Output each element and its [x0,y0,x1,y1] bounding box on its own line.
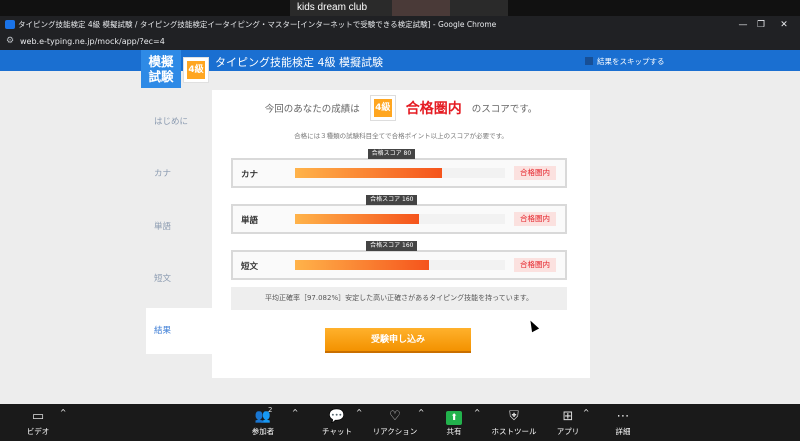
apps-options-chevron-icon[interactable]: ^ [583,408,589,417]
site-header [0,50,800,71]
logo-line2: 試験 [148,69,174,84]
url-text[interactable]: web.e-typing.ne.jp/mock/app/?ec=4 [20,37,165,46]
host-tools-button[interactable]: ⛨ ホストツール [490,408,538,437]
zoom-top-bar: kids dream club [0,0,800,16]
browser-tab-title: タイピング技能検定 4級 模擬試験 / タイピング技能検定イータイピング・マスタ… [18,20,497,29]
close-icon[interactable]: ✕ [776,18,792,32]
more-icon: ⋯ [616,409,630,424]
chat-icon: 💬 [328,409,346,424]
participants-label: 参加者 [251,427,275,436]
shield-icon: ⛨ [509,409,519,424]
score-bar-track [295,168,505,178]
apps-label: アプリ [556,427,580,436]
result-card: 今回のあなたの成績は 4級 合格圏内 のスコアです。 合格には３種類の試験科目全てで合… [212,90,590,378]
pass-requirement-note: 合格には３種類の試験科目全てで合格ポイント以上のスコアが必要です。 [294,132,508,140]
skip-results-toggle[interactable]: 結果をスキップする [585,56,665,67]
accuracy-comment: 平均正確率［97.082%］安定した高い正確さがあるタイピング技能を持っています… [231,287,567,310]
reactions-options-chevron-icon[interactable]: ^ [418,408,424,417]
score-row-sentences: 短文 合格スコア 160 合格圏内 [231,241,567,280]
skip-checkbox[interactable] [585,57,593,65]
minimize-icon[interactable]: — [735,18,751,32]
logo-line1: 模擬 [148,54,174,69]
row-label: カナ [241,170,259,180]
chat-button[interactable]: 💬 チャット [320,408,354,437]
score-bar-fill [295,168,442,178]
score-bar-fill [295,260,430,270]
row-status-badge: 合格圏内 [514,166,556,180]
sidebar-item-intro[interactable]: はじめに [146,115,212,127]
share-label: 共有 [446,427,462,436]
score-bar-fill [295,214,419,224]
score-row-words: 単語 合格スコア 160 合格圏内 [231,195,567,234]
more-label: 詳細 [615,427,631,436]
apply-exam-button[interactable]: 受験申し込み [325,328,471,353]
participants-icon: 👥 [254,409,272,424]
pass-score-label: 合格スコア 80 [367,149,416,159]
participant-count: 2 [268,406,273,414]
more-button[interactable]: ⋯ 詳細 [610,408,636,437]
reactions-button[interactable]: ♡ リアクション [372,408,418,437]
share-button[interactable]: ⬆ 共有 [442,408,466,437]
pass-score-label: 合格スコア 160 [366,241,418,251]
apps-icon: ⊞ [562,409,574,424]
apps-button[interactable]: ⊞ アプリ [554,408,582,437]
sidebar-item-sentences[interactable]: 短文 [146,272,212,284]
sidebar-item-kana[interactable]: カナ [146,167,212,179]
result-status: 合格圏内 [405,101,462,117]
restore-icon[interactable]: ❐ [753,18,769,32]
score-summary: 今回のあなたの成績は 4級 合格圏内 のスコアです。 [212,95,590,121]
mock-exam-logo: 模擬 試験 [141,50,181,88]
result-level-badge: 4級 [369,95,396,121]
share-icon: ⬆ [442,408,466,425]
participant-video-photo [392,0,450,16]
sidebar-item-words[interactable]: 単語 [146,220,212,232]
score-bar-track [295,260,505,270]
level-badge-text: 4級 [187,61,205,79]
row-status-badge: 合格圏内 [514,212,556,226]
zoom-toolbar: ▭ ビデオ ^ 👥 2 参加者 ^ 💬 チャット ^ ♡ リアクション ^ ⬆ … [0,404,800,441]
participants-options-chevron-icon[interactable]: ^ [292,408,298,417]
score-row-kana: カナ 合格スコア 80 合格圏内 [231,149,567,188]
result-level-text: 4級 [373,99,392,117]
site-info-icon[interactable]: ⚙ [6,36,14,46]
row-status-badge: 合格圏内 [514,258,556,272]
score-bar-track [295,214,505,224]
pass-score-label: 合格スコア 160 [366,195,418,205]
chat-label: チャット [322,427,352,436]
site-favicon-icon [5,20,15,29]
host-tools-label: ホストツール [491,427,537,436]
address-bar[interactable]: ⚙ web.e-typing.ne.jp/mock/app/?ec=4 [0,34,800,50]
video-label: ビデオ [26,427,50,436]
share-options-chevron-icon[interactable]: ^ [474,408,480,417]
score-tail-text: のスコアです。 [471,104,538,115]
reactions-label: リアクション [372,427,418,436]
chat-options-chevron-icon[interactable]: ^ [356,408,362,417]
browser-title-bar: タイピング技能検定 4級 模擬試験 / タイピング技能検定イータイピング・マスタ… [0,16,800,34]
participant-name: kids dream club [297,2,368,13]
video-options-chevron-icon[interactable]: ^ [60,408,66,417]
video-button[interactable]: ▭ ビデオ [22,408,54,437]
row-label: 短文 [241,262,259,272]
score-lead-text: 今回のあなたの成績は [264,104,360,115]
participants-button[interactable]: 👥 2 参加者 [246,406,280,437]
page-title: タイピング技能検定 4級 模擬試験 [215,56,383,69]
screen: kids dream club タイピング技能検定 4級 模擬試験 / タイピン… [0,0,800,441]
reaction-icon: ♡ [389,409,401,424]
skip-label: 結果をスキップする [597,57,665,66]
row-label: 単語 [241,216,259,226]
level-badge: 4級 [183,57,209,83]
share-glyph: ⬆ [446,411,462,425]
video-icon: ▭ [31,409,45,424]
sidebar-item-results[interactable]: 結果 [146,308,212,354]
